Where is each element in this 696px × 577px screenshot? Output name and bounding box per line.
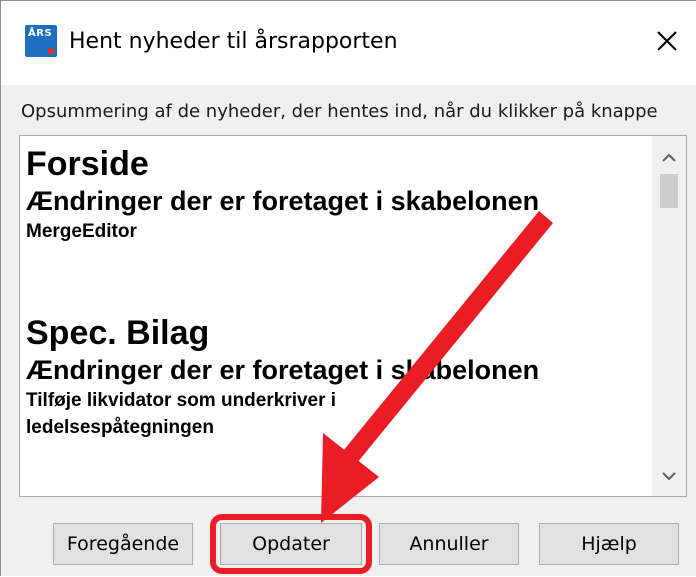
section-line: ledelsespåtegningen (26, 417, 214, 438)
window-title: Hent nyheder til årsrapporten (69, 29, 398, 54)
cancel-button[interactable]: Annuller (379, 523, 519, 565)
news-section: Spec. Bilag Ændringer der er foretaget i… (26, 313, 652, 441)
dialog-window: ÅRS Hent nyheder til årsrapporten Opsumm… (0, 0, 696, 576)
update-button[interactable]: Opdater (220, 523, 362, 565)
close-icon (657, 31, 677, 51)
app-icon-dot (48, 48, 54, 54)
section-heading: Forside (26, 145, 149, 183)
news-content-box[interactable]: Forside Ændringer der er foretaget i ska… (19, 135, 687, 497)
chevron-up-icon (662, 153, 676, 162)
close-button[interactable] (641, 15, 693, 67)
news-section: Forside Ændringer der er foretaget i ska… (26, 144, 652, 245)
section-subheading: Ændringer der er foretaget i skabelonen (26, 186, 540, 216)
section-subheading: Ændringer der er foretaget i skabelonen (26, 355, 540, 385)
summary-label: Opsummering af de nyheder, der hentes in… (21, 101, 658, 122)
chevron-down-icon (662, 472, 676, 481)
previous-button[interactable]: Foregående (53, 523, 193, 565)
scroll-down-button[interactable] (652, 460, 686, 492)
news-content: Forside Ændringer der er foretaget i ska… (26, 144, 652, 490)
app-icon-label: ÅRS (28, 28, 53, 39)
help-button[interactable]: Hjælp (539, 523, 679, 565)
section-heading: Spec. Bilag (26, 314, 210, 352)
section-line: MergeEditor (26, 221, 137, 242)
app-icon: ÅRS (25, 25, 57, 57)
title-bar: ÅRS Hent nyheder til årsrapporten (1, 1, 696, 85)
section-line: Tilføje likvidator som underkriver i (26, 390, 337, 411)
scroll-up-button[interactable] (652, 142, 686, 174)
scroll-thumb[interactable] (660, 174, 678, 208)
vertical-scrollbar[interactable] (652, 136, 686, 496)
